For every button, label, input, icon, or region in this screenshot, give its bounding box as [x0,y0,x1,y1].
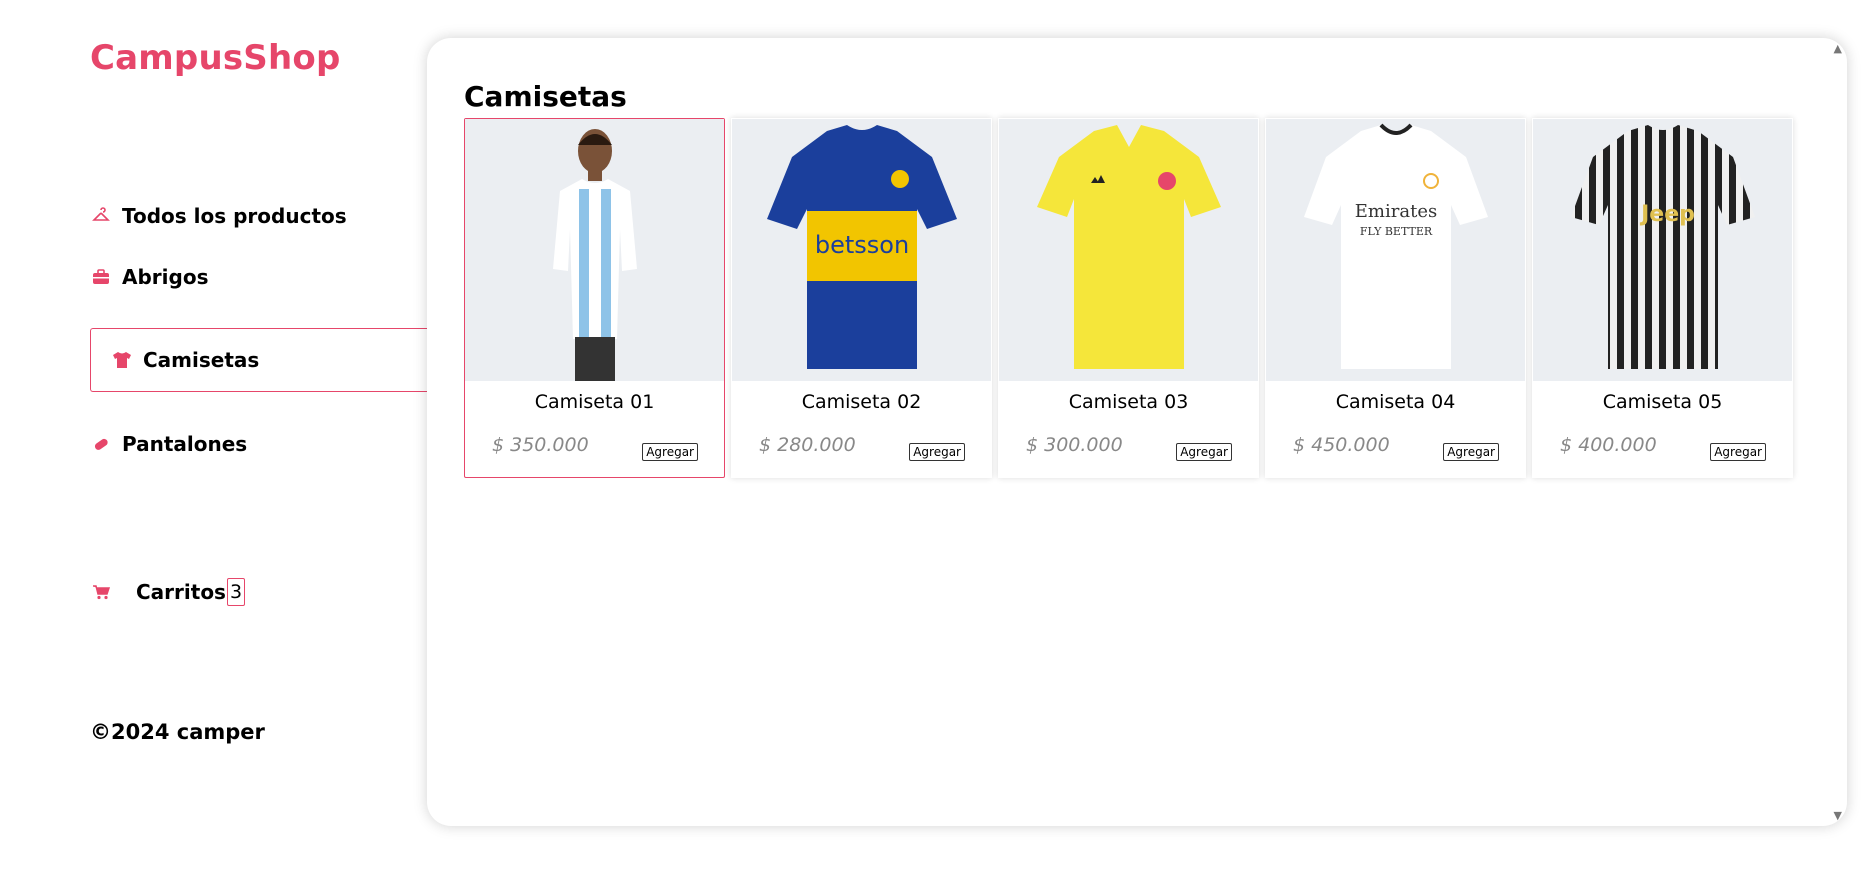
add-to-cart-button[interactable]: Agregar [1710,443,1766,461]
product-image: Jeep [1533,119,1792,381]
product-price: $ 450.000 [1293,434,1390,456]
product-price: $ 280.000 [759,434,856,456]
jersey-sponsor-text: betsson [815,231,909,259]
product-image [465,119,724,381]
product-card[interactable]: Camiseta 03 $ 300.000 Agregar [998,118,1259,478]
add-to-cart-button[interactable]: Agregar [1443,443,1499,461]
brand-logo[interactable]: CampusShop [90,38,341,78]
product-price: $ 300.000 [1026,434,1123,456]
cart-link[interactable]: Carritos 3 [90,578,246,606]
cart-label: Carritos [136,580,226,604]
product-grid: Camiseta 01 $ 350.000 Agregar betsson Ca… [464,118,1793,478]
nav-item-abrigos[interactable]: Abrigos [90,265,208,289]
bandage-icon [90,433,112,455]
product-card[interactable]: Emirates FLY BETTER Camiseta 04 $ 450.00… [1265,118,1526,478]
cart-count-badge: 3 [226,578,246,606]
nav-item-camisetas[interactable]: Camisetas [90,328,440,392]
nav-item-pantalones[interactable]: Pantalones [90,432,247,456]
product-image [999,119,1258,381]
jersey-slogan-text: FLY BETTER [1360,225,1433,238]
scrollbar[interactable]: ▲ ▼ [1829,38,1847,826]
nav-item-label: Abrigos [122,265,209,289]
jersey-sponsor-text: Jeep [1639,202,1695,227]
product-image: betsson [732,119,991,381]
shirt-icon [111,349,133,371]
product-name: Camiseta 05 [1602,391,1723,413]
product-image: Emirates FLY BETTER [1266,119,1525,381]
footer-copyright: ©2024 camper [90,720,265,744]
product-price: $ 400.000 [1560,434,1657,456]
add-to-cart-button[interactable]: Agregar [1176,443,1232,461]
product-name: Camiseta 01 [534,391,655,413]
product-card[interactable]: Camiseta 01 $ 350.000 Agregar [464,118,725,478]
jersey-sponsor-text: Emirates [1355,201,1437,222]
nav-item-label: Todos los productos [122,204,347,228]
product-card[interactable]: betsson Camiseta 02 $ 280.000 Agregar [731,118,992,478]
hanger-icon [90,205,112,227]
scroll-down-icon[interactable]: ▼ [1834,809,1842,822]
section-title: Camisetas [464,80,627,113]
product-card[interactable]: Jeep Camiseta 05 $ 400.000 Agregar [1532,118,1793,478]
nav-item-label: Camisetas [143,348,260,372]
add-to-cart-button[interactable]: Agregar [909,443,965,461]
nav-item-todos[interactable]: Todos los productos [90,204,347,228]
scroll-up-icon[interactable]: ▲ [1834,42,1842,55]
add-to-cart-button[interactable]: Agregar [642,443,698,461]
main-panel: Camisetas Camiseta 01 $ 350.000 Agregar [427,38,1847,826]
briefcase-icon [90,266,112,288]
product-name: Camiseta 03 [1068,391,1189,413]
product-price: $ 350.000 [492,434,589,456]
product-name: Camiseta 02 [801,391,922,413]
nav-item-label: Pantalones [122,432,248,456]
cart-icon [90,581,112,603]
product-name: Camiseta 04 [1335,391,1456,413]
